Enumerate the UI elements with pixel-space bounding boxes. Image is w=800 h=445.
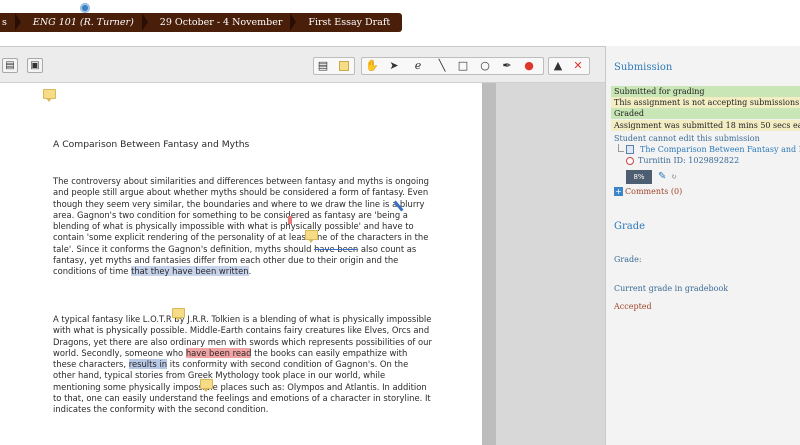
fullscreen-icon[interactable]: ▣ xyxy=(27,58,43,73)
submission-heading: Submission xyxy=(614,62,673,73)
highlight-annotation-blue[interactable]: that they have been written xyxy=(131,266,249,277)
breadcrumb-item-week[interactable]: 29 October - 4 November xyxy=(146,13,296,32)
breadcrumb-item-course-area[interactable]: s xyxy=(0,13,21,32)
delete-icon[interactable]: ✕ xyxy=(570,59,586,73)
comment-note-icon[interactable] xyxy=(172,308,185,321)
strikethrough-annotation[interactable]: have been xyxy=(314,244,358,254)
grade-label: Grade: xyxy=(614,255,642,264)
comment-note-icon[interactable] xyxy=(43,89,56,102)
gradebook-value: Accepted xyxy=(614,302,652,311)
comment-note-icon[interactable] xyxy=(305,230,318,243)
red-mark-annotation[interactable] xyxy=(288,216,292,224)
pan-hand-icon[interactable]: ✋ xyxy=(364,59,380,73)
submitted-file-link[interactable]: The Comparison Between Fantasy and Myths xyxy=(640,145,800,154)
status-graded: Graded xyxy=(611,108,800,119)
essay-title: A Comparison Between Fantasy and Myths xyxy=(53,139,250,150)
breadcrumb-item-course[interactable]: ENG 101 (R. Turner) xyxy=(19,13,148,32)
settings-gear-icon[interactable] xyxy=(80,3,90,13)
refresh-icon[interactable]: ↻ xyxy=(671,173,677,181)
highlight-red-icon[interactable]: ● xyxy=(521,59,537,73)
rectangle-icon[interactable]: □ xyxy=(455,59,471,73)
gradebook-label: Current grade in gradebook xyxy=(614,284,729,293)
tree-connector xyxy=(618,144,624,152)
edit-pencil-icon[interactable]: ✎ xyxy=(658,171,666,182)
breadcrumb-item-assignment[interactable]: First Essay Draft xyxy=(294,13,402,32)
comment-icon[interactable]: ▤ xyxy=(315,59,331,73)
similarity-score-badge[interactable]: 8% xyxy=(626,170,652,184)
breadcrumb: s ENG 101 (R. Turner) 29 October - 4 Nov… xyxy=(0,13,403,32)
document-page[interactable]: A Comparison Between Fantasy and Myths T… xyxy=(0,83,483,445)
status-not-accepting: This assignment is not accepting submiss… xyxy=(611,97,800,108)
essay-paragraph-2: A typical fantasy like L.O.T.R by J.R.R.… xyxy=(53,314,432,415)
document-scrollbar[interactable] xyxy=(483,83,605,445)
line-icon[interactable]: ╲ xyxy=(434,59,450,73)
document-file-icon xyxy=(626,145,634,154)
submission-panel: Submission Submitted for grading This as… xyxy=(605,46,800,445)
essay-paragraph-1: The controversy about similarities and d… xyxy=(53,176,429,277)
highlight-annotation-red[interactable]: have been read xyxy=(185,347,252,358)
stamp-icon[interactable]: ▲ xyxy=(550,59,566,73)
highlight-yellow-icon[interactable] xyxy=(336,59,352,73)
panel-toggle-icon[interactable]: ▤ xyxy=(2,58,18,73)
pen-icon[interactable]: ℯ xyxy=(410,59,426,73)
grade-heading: Grade xyxy=(614,221,646,232)
turnitin-id: Turnitin ID: 1029892822 xyxy=(638,156,740,165)
status-submitted: Submitted for grading xyxy=(611,86,800,97)
comment-note-icon[interactable] xyxy=(200,379,213,392)
scrollbar-thumb[interactable] xyxy=(483,83,496,445)
highlight-annotation-blue-2[interactable]: results in xyxy=(128,359,168,370)
annotation-toolbar: ▤ ▣ ▤ ✋ ➤ ℯ ╲ □ ○ ✒ ● ▲ ✕ xyxy=(0,47,605,83)
stamp-pen-icon[interactable]: ✒ xyxy=(499,59,515,73)
annotation-viewer: ▤ ▣ ▤ ✋ ➤ ℯ ╲ □ ○ ✒ ● ▲ ✕ A Comparison B… xyxy=(0,46,605,445)
turnitin-icon xyxy=(626,157,634,165)
select-cursor-icon[interactable]: ➤ xyxy=(386,59,402,73)
status-submitted-early: Assignment was submitted 18 mins 50 secs… xyxy=(611,120,800,131)
expand-plus-icon[interactable]: + xyxy=(614,187,623,196)
edit-restriction-note: Student cannot edit this submission xyxy=(614,134,760,143)
comments-link[interactable]: Comments (0) xyxy=(625,187,682,196)
oval-icon[interactable]: ○ xyxy=(477,59,493,73)
